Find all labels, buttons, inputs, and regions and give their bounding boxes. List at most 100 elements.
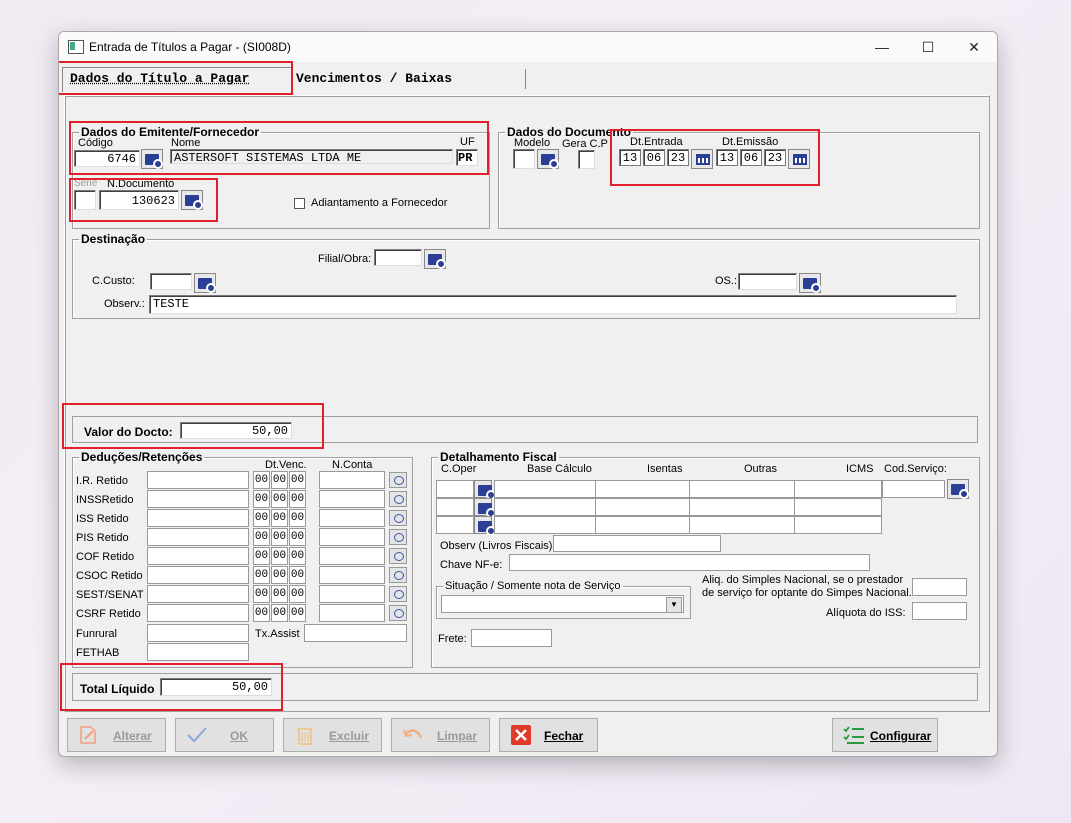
icms-cell[interactable] [794,516,882,534]
base-calculo-cell[interactable] [494,516,596,534]
deducao-data-segment[interactable]: 00 [289,490,306,508]
frete-input[interactable] [471,629,552,647]
conta-search-icon[interactable] [389,567,407,583]
deducao-conta-input[interactable] [319,604,385,622]
deducao-data-segment[interactable]: 00 [253,471,270,489]
deducao-data-segment[interactable]: 00 [271,604,288,622]
fechar-button[interactable]: Fechar [499,718,598,752]
codserv-input[interactable] [882,480,945,498]
deducao-data-segment[interactable]: 00 [253,604,270,622]
conta-search-icon[interactable] [389,605,407,621]
deducao-valor-input[interactable] [147,509,249,527]
deducao-valor-input[interactable] [147,528,249,546]
icms-cell[interactable] [794,480,882,498]
os-input[interactable] [738,273,797,290]
base-calculo-cell[interactable] [494,498,596,516]
deducao-data-segment[interactable]: 00 [271,471,288,489]
deducao-data-segment[interactable]: 00 [253,528,270,546]
fethab-input[interactable] [147,643,249,661]
conta-search-icon[interactable] [389,510,407,526]
outras-cell[interactable] [689,480,795,498]
deducao-data-segment[interactable]: 00 [253,490,270,508]
deducao-conta-input[interactable] [319,490,385,508]
excluir-button[interactable]: Excluir [283,718,382,752]
observ-input[interactable]: TESTE [149,295,957,314]
ccusto-input[interactable] [150,273,192,290]
conta-search-icon[interactable] [389,472,407,488]
deducao-valor-input[interactable] [147,471,249,489]
deducao-valor-input[interactable] [147,585,249,603]
deducao-data-segment[interactable]: 00 [289,471,306,489]
deducao-data-segment[interactable]: 00 [253,547,270,565]
situacao-select[interactable]: ▼ [441,595,684,613]
minimize-button[interactable]: — [859,32,905,62]
deducao-data-segment[interactable]: 00 [289,547,306,565]
conta-search-icon[interactable] [389,491,407,507]
os-lookup-icon[interactable] [799,273,821,293]
coper-input[interactable] [436,516,474,534]
check-icon [187,727,207,743]
coper-lookup-icon[interactable] [474,480,496,500]
chevron-down-icon[interactable]: ▼ [666,597,682,613]
adiantamento-checkbox[interactable] [294,198,305,209]
conta-search-icon[interactable] [389,586,407,602]
deducao-valor-input[interactable] [147,566,249,584]
coper-input[interactable] [436,480,474,498]
deducao-valor-input[interactable] [147,604,249,622]
base-calculo-cell[interactable] [494,480,596,498]
deducao-conta-input[interactable] [319,547,385,565]
deducao-conta-input[interactable] [319,528,385,546]
conta-search-icon[interactable] [389,548,407,564]
deducao-conta-input[interactable] [319,566,385,584]
limpar-button[interactable]: Limpar [391,718,490,752]
deducao-data-segment[interactable]: 00 [289,604,306,622]
close-button[interactable]: ✕ [951,32,997,62]
deducao-data-segment[interactable]: 00 [271,509,288,527]
tab-vencimentos[interactable]: Vencimentos / Baixas [291,69,526,89]
coper-lookup-icon[interactable] [474,516,496,536]
alterar-button[interactable]: Alterar [67,718,166,752]
observ-fiscal-input[interactable] [553,535,721,552]
filial-lookup-icon[interactable] [424,249,446,269]
txassist-input[interactable] [304,624,407,642]
deducao-valor-input[interactable] [147,547,249,565]
conta-search-icon[interactable] [389,529,407,545]
outras-cell[interactable] [689,498,795,516]
deducao-data-segment[interactable]: 00 [253,566,270,584]
modelo-input[interactable] [513,149,535,169]
coper-lookup-icon[interactable] [474,498,496,518]
outras-cell[interactable] [689,516,795,534]
deducao-conta-input[interactable] [319,585,385,603]
deducao-data-segment[interactable]: 00 [271,490,288,508]
aliq-simples-input[interactable] [912,578,967,596]
deducao-data-segment[interactable]: 00 [289,566,306,584]
funrural-input[interactable] [147,624,249,642]
chave-input[interactable] [509,554,870,571]
deducao-data-segment[interactable]: 00 [289,528,306,546]
deducao-data-segment[interactable]: 00 [253,509,270,527]
codserv-lookup-icon[interactable] [947,479,969,499]
modelo-lookup-icon[interactable] [537,149,559,169]
icms-cell[interactable] [794,498,882,516]
isentas-cell[interactable] [595,498,690,516]
maximize-button[interactable]: ☐ [905,32,951,62]
deducao-conta-input[interactable] [319,471,385,489]
isentas-cell[interactable] [595,516,690,534]
deducao-valor-input[interactable] [147,490,249,508]
deducao-data-segment[interactable]: 00 [253,585,270,603]
gera-input[interactable] [578,150,595,169]
deducao-data-segment[interactable]: 00 [289,585,306,603]
configurar-button[interactable]: Configurar [832,718,938,752]
aliq-iss-input[interactable] [912,602,967,620]
deducao-data-segment[interactable]: 00 [271,547,288,565]
coper-input[interactable] [436,498,474,516]
isentas-cell[interactable] [595,480,690,498]
deducao-data-segment[interactable]: 00 [271,566,288,584]
deducao-data-segment[interactable]: 00 [271,585,288,603]
deducao-data-segment[interactable]: 00 [289,509,306,527]
filial-input[interactable] [374,249,422,266]
deducao-data-segment[interactable]: 00 [271,528,288,546]
deducao-conta-input[interactable] [319,509,385,527]
ok-button[interactable]: OK [175,718,274,752]
ccusto-lookup-icon[interactable] [194,273,216,293]
